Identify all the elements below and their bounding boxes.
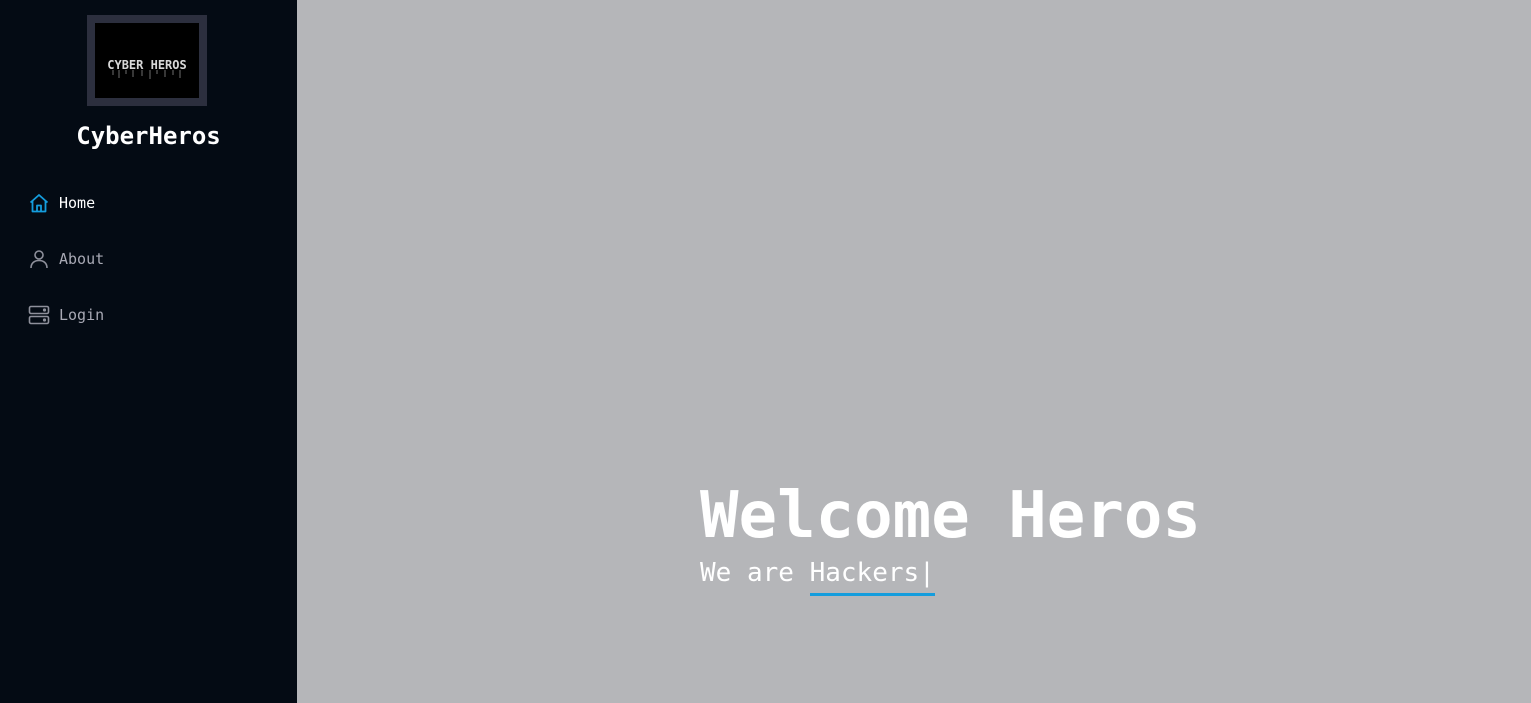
hero-subtitle-prefix: We are [700,558,810,588]
typed-text: Hackers| [809,556,935,596]
nav-label-login: Login [59,306,105,324]
server-icon [28,304,50,326]
nav-label-home: Home [59,194,96,212]
house-icon [28,192,50,214]
hero-section: Welcome Heros We are Hackers| [700,476,1201,596]
hero-title: Welcome Heros [700,479,1201,553]
nav-item-home[interactable]: Home [28,175,268,231]
person-icon [28,248,50,270]
hero-subtitle: We are Hackers| [700,556,1201,596]
nav-item-about[interactable]: About [28,231,268,287]
nav-item-login[interactable]: Login [28,287,268,343]
cyber-heros-logo-image: CYBER HEROS [95,23,199,98]
sidebar: CYBER HEROS CyberHeros Home About Login [0,0,297,703]
app-window: CYBER HEROS CyberHeros Home About Login … [0,0,1531,703]
profile-logo: CYBER HEROS [87,15,207,106]
typing-cursor: | [919,558,935,588]
nav-label-about: About [59,250,105,268]
site-name: CyberHeros [76,122,221,150]
typed-word: Hackers [809,558,920,588]
svg-text:CYBER HEROS: CYBER HEROS [107,58,186,72]
